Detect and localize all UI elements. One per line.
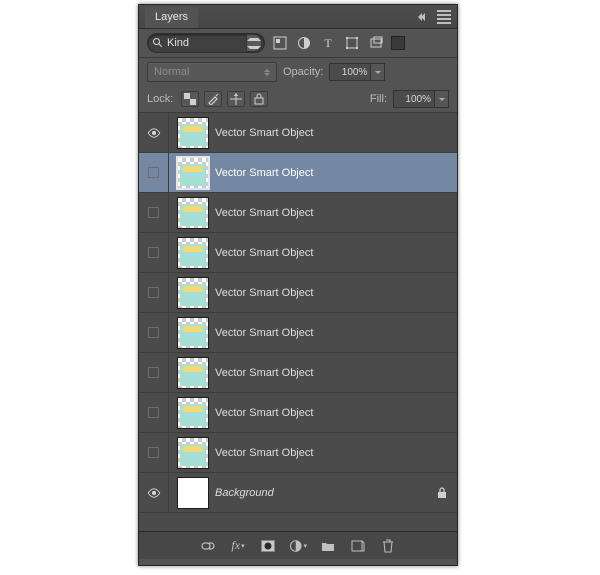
layer-list: Vector Smart Object Vector Smart Object Ve… [139, 113, 457, 531]
layer-row[interactable]: Vector Smart Object [139, 153, 457, 193]
layer-thumbnail[interactable] [177, 397, 209, 429]
fill-value[interactable]: 100% [393, 90, 435, 108]
group-icon[interactable] [319, 537, 337, 555]
layer-row[interactable]: Vector Smart Object [139, 313, 457, 353]
opacity-stepper[interactable] [371, 63, 385, 81]
visibility-toggle[interactable] [139, 313, 169, 352]
search-icon [152, 37, 164, 49]
layers-tab[interactable]: Layers [145, 7, 198, 28]
layer-row[interactable]: Vector Smart Object [139, 193, 457, 233]
layer-row[interactable]: Vector Smart Object [139, 113, 457, 153]
visibility-toggle[interactable] [139, 473, 169, 512]
layer-name[interactable]: Vector Smart Object [215, 247, 457, 259]
filter-type-icon[interactable]: T [319, 34, 337, 52]
layer-style-icon[interactable]: fx▾ [229, 537, 247, 555]
panel-titlebar: Layers [139, 5, 457, 29]
layer-thumbnail[interactable] [177, 437, 209, 469]
delete-layer-icon[interactable] [379, 537, 397, 555]
panel-footer: fx▾ ▾ [139, 531, 457, 559]
lock-all-icon[interactable] [250, 91, 268, 107]
adjustment-layer-icon[interactable]: ▾ [289, 537, 307, 555]
new-layer-icon[interactable] [349, 537, 367, 555]
layer-row[interactable]: Vector Smart Object [139, 353, 457, 393]
layer-name[interactable]: Vector Smart Object [215, 287, 457, 299]
layer-thumbnail[interactable] [177, 157, 209, 189]
visibility-toggle[interactable] [139, 353, 169, 392]
layers-panel: Layers Kind T Normal Op [138, 4, 458, 566]
layer-name[interactable]: Vector Smart Object [215, 167, 457, 179]
filter-bar: Kind T [139, 29, 457, 58]
layer-thumbnail[interactable] [177, 197, 209, 229]
filter-adjustment-icon[interactable] [295, 34, 313, 52]
visibility-toggle[interactable] [139, 113, 169, 152]
layer-name[interactable]: Background [215, 487, 437, 499]
layer-name[interactable]: Vector Smart Object [215, 207, 457, 219]
layer-row[interactable]: Background [139, 473, 457, 513]
lock-label: Lock: [147, 93, 173, 105]
lock-row: Lock: Fill: 100% [139, 86, 457, 113]
layer-thumbnail[interactable] [177, 117, 209, 149]
filter-search[interactable]: Kind [147, 33, 265, 53]
filter-smart-icon[interactable] [367, 34, 385, 52]
layer-row[interactable]: Vector Smart Object [139, 273, 457, 313]
layer-thumbnail[interactable] [177, 277, 209, 309]
layer-name[interactable]: Vector Smart Object [215, 127, 457, 139]
layer-thumbnail[interactable] [177, 477, 209, 509]
fill-label: Fill: [370, 93, 387, 105]
visibility-toggle[interactable] [139, 233, 169, 272]
layer-thumbnail[interactable] [177, 317, 209, 349]
blend-mode-dropdown[interactable]: Normal [147, 62, 277, 82]
layer-name[interactable]: Vector Smart Object [215, 327, 457, 339]
layer-thumbnail[interactable] [177, 237, 209, 269]
layer-name[interactable]: Vector Smart Object [215, 447, 457, 459]
fill-stepper[interactable] [435, 90, 449, 108]
filter-value: Kind [167, 37, 246, 49]
layer-mask-icon[interactable] [259, 537, 277, 555]
visibility-toggle[interactable] [139, 193, 169, 232]
filter-pixel-icon[interactable] [271, 34, 289, 52]
visibility-toggle[interactable] [139, 153, 169, 192]
layer-row[interactable]: Vector Smart Object [139, 433, 457, 473]
visibility-toggle[interactable] [139, 273, 169, 312]
visibility-toggle[interactable] [139, 433, 169, 472]
filter-stepper[interactable] [246, 34, 262, 52]
filter-color-swatch[interactable] [391, 36, 405, 50]
lock-position-icon[interactable] [227, 91, 245, 107]
svg-text:T: T [324, 36, 332, 50]
layer-name[interactable]: Vector Smart Object [215, 367, 457, 379]
visibility-toggle[interactable] [139, 393, 169, 432]
link-layers-icon[interactable] [199, 537, 217, 555]
opacity-value[interactable]: 100% [329, 63, 371, 81]
filter-shape-icon[interactable] [343, 34, 361, 52]
blend-row: Normal Opacity: 100% [139, 58, 457, 86]
layer-row[interactable]: Vector Smart Object [139, 233, 457, 273]
opacity-label: Opacity: [283, 66, 323, 78]
lock-pixels-icon[interactable] [204, 91, 222, 107]
panel-menu-icon[interactable] [437, 10, 451, 24]
lock-icon [437, 487, 447, 499]
layer-thumbnail[interactable] [177, 357, 209, 389]
layer-row[interactable]: Vector Smart Object [139, 393, 457, 433]
lock-transparency-icon[interactable] [181, 91, 199, 107]
layer-name[interactable]: Vector Smart Object [215, 407, 457, 419]
blend-mode-value: Normal [154, 66, 189, 78]
collapse-icon[interactable] [413, 10, 431, 24]
